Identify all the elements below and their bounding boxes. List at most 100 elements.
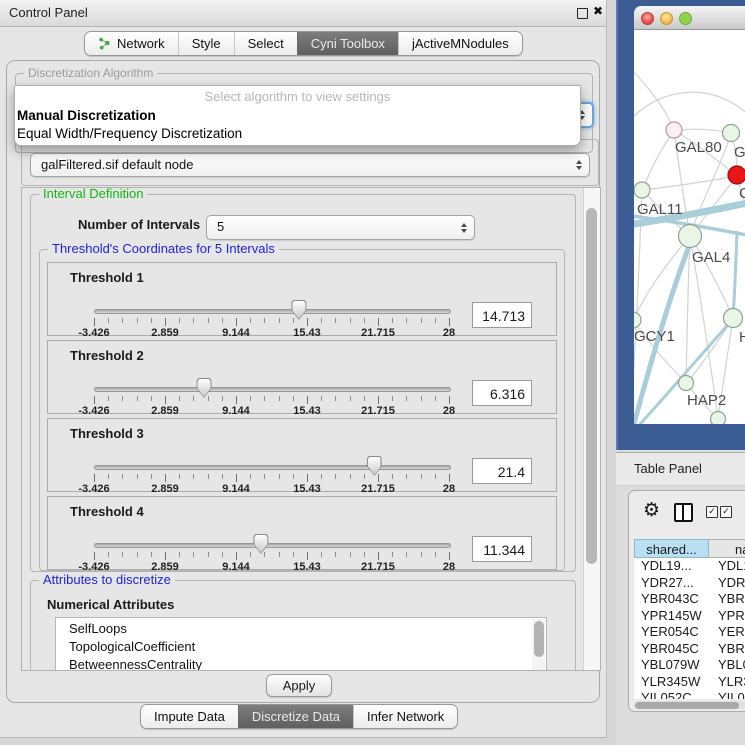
scrollbar-thumb[interactable] (586, 208, 597, 564)
tab-infer-network[interactable]: Infer Network (353, 705, 457, 728)
table-cell: YBR045C (634, 641, 709, 658)
table-row[interactable]: YPR145WYPR1 (634, 608, 745, 625)
float-window-icon[interactable] (577, 8, 588, 19)
slider-track[interactable] (94, 309, 451, 314)
table-row[interactable]: YDL19...YDL1 (634, 558, 745, 575)
table-panel-titlebar: Table Panel (616, 452, 745, 486)
tick-mark (250, 318, 251, 323)
tab-style[interactable]: Style (178, 32, 234, 55)
close-traffic-light-icon[interactable] (641, 12, 654, 25)
columns-icon[interactable] (674, 503, 693, 522)
tab-network[interactable]: Network (85, 32, 178, 55)
list-scrollbar[interactable] (532, 619, 545, 671)
dropdown-item-manual-discretization[interactable]: Manual Discretization (15, 107, 580, 125)
attribute-item[interactable]: TopologicalCoefficient (56, 638, 546, 656)
column-header-shared-name[interactable]: shared... (634, 539, 709, 558)
slider-handle[interactable] (197, 378, 212, 398)
control-panel-titlebar: Control Panel ✖ (0, 0, 606, 27)
slider-track[interactable] (94, 543, 451, 548)
slider-handle[interactable] (253, 534, 268, 554)
attribute-item[interactable]: SelfLoops (56, 620, 546, 638)
table-cell: YER0 (709, 624, 745, 641)
tab-cyni-toolbox[interactable]: Cyni Toolbox (297, 32, 398, 55)
tick-mark (165, 318, 166, 326)
table-row[interactable]: YER054CYER0 (634, 624, 745, 641)
slider-track[interactable] (94, 387, 451, 392)
tick-mark (321, 474, 322, 479)
tick-mark (307, 318, 308, 326)
panel-scrollbar[interactable] (583, 188, 600, 670)
intervals-spinner[interactable]: 5 (206, 215, 475, 240)
tick-label: -3.426 (78, 405, 109, 417)
minimize-traffic-light-icon[interactable] (660, 12, 673, 25)
select-none-checkbox-icon[interactable]: ✓ (720, 506, 732, 518)
table-hscrollbar[interactable] (634, 701, 745, 709)
network-node-gcy1[interactable] (634, 312, 641, 328)
threshold-3-slider[interactable]: -3.4262.8599.14415.4321.71528 (94, 445, 449, 491)
tick-label: 21.715 (361, 483, 395, 495)
table-cell: YBL079W (634, 657, 709, 674)
slider-tick-labels: -3.4262.8599.14415.4321.71528 (94, 327, 449, 339)
network-node-right[interactable] (724, 309, 743, 328)
spinner-arrows-icon (461, 223, 467, 233)
table-row[interactable]: YIL052CYIL0 (634, 690, 745, 699)
tick-mark (165, 474, 166, 482)
slider-track[interactable] (94, 465, 451, 470)
threshold-4-slider[interactable]: -3.4262.8599.14415.4321.71528 (94, 523, 449, 569)
zoom-traffic-light-icon[interactable] (679, 12, 692, 25)
column-header-name[interactable]: na (709, 539, 745, 558)
tick-mark (335, 396, 336, 401)
table-data-combo[interactable]: galFiltered.sif default node (30, 153, 590, 177)
tab-jactivemnodules[interactable]: jActiveMNodules (398, 32, 522, 55)
network-window-titlebar[interactable] (634, 6, 745, 30)
network-node-gal80[interactable] (666, 122, 682, 138)
table-row[interactable]: YBR043CYBR0 (634, 591, 745, 608)
threshold-1-slider[interactable]: -3.4262.8599.14415.4321.71528 (94, 289, 449, 335)
tick-label: 2.859 (151, 483, 179, 495)
network-node-top-right[interactable] (723, 125, 740, 142)
close-icon[interactable]: ✖ (593, 4, 603, 18)
threshold-value-field[interactable]: 11.344 (472, 536, 532, 562)
table-cell: YBR043C (634, 591, 709, 608)
tick-label: 21.715 (361, 561, 395, 573)
table-row[interactable]: YDR27...YDR2 (634, 575, 745, 592)
table-row[interactable]: YLR345WYLR3 (634, 674, 745, 691)
threshold-value-field[interactable]: 21.4 (472, 458, 532, 484)
gear-icon[interactable]: ⚙ (643, 501, 660, 521)
slider-tick-labels: -3.4262.8599.14415.4321.71528 (94, 405, 449, 417)
table-cell: YIL0 (709, 690, 745, 699)
table-row[interactable]: YBR045CYBR0 (634, 641, 745, 658)
scrollbar-thumb[interactable] (635, 702, 739, 709)
tab-select[interactable]: Select (234, 32, 297, 55)
threshold-value-field[interactable]: 6.316 (472, 380, 532, 406)
attribute-item[interactable]: BetweennessCentrality (56, 656, 546, 671)
tick-mark (236, 396, 237, 404)
tick-mark (378, 318, 379, 326)
tab-discretize-data[interactable]: Discretize Data (238, 705, 353, 728)
network-canvas[interactable]: GAL80 GA C GAL11 GAL4 GCY1 H HAP2 (634, 30, 745, 424)
slider-tick-labels: -3.4262.8599.14415.4321.71528 (94, 483, 449, 495)
tick-mark (179, 318, 180, 323)
tick-label: 21.715 (361, 405, 395, 417)
slider-handle[interactable] (291, 300, 306, 320)
slider-handle[interactable] (367, 456, 382, 476)
number-of-intervals-label: Number of Intervals (78, 217, 200, 232)
apply-button[interactable]: Apply (266, 674, 332, 697)
tick-mark (449, 552, 450, 560)
table-cell: YBR0 (709, 641, 745, 658)
network-node-gal11[interactable] (634, 182, 650, 198)
network-node-selected-red[interactable] (728, 166, 745, 184)
threshold-label: Threshold 3 (70, 426, 144, 441)
network-node-bottom[interactable] (711, 412, 726, 425)
scrollbar-thumb[interactable] (534, 621, 544, 657)
tick-mark (421, 474, 422, 479)
tick-mark (122, 396, 123, 401)
network-node-hap2[interactable] (679, 376, 694, 391)
threshold-value-field[interactable]: 14.713 (472, 302, 532, 328)
select-all-checkbox-icon[interactable]: ✓ (706, 506, 718, 518)
table-row[interactable]: YBL079WYBL0 (634, 657, 745, 674)
network-node-gal4[interactable] (679, 225, 702, 248)
threshold-2-slider[interactable]: -3.4262.8599.14415.4321.71528 (94, 367, 449, 413)
tab-impute-data[interactable]: Impute Data (141, 705, 238, 728)
dropdown-item-equal-width-frequency[interactable]: Equal Width/Frequency Discretization (15, 125, 580, 143)
